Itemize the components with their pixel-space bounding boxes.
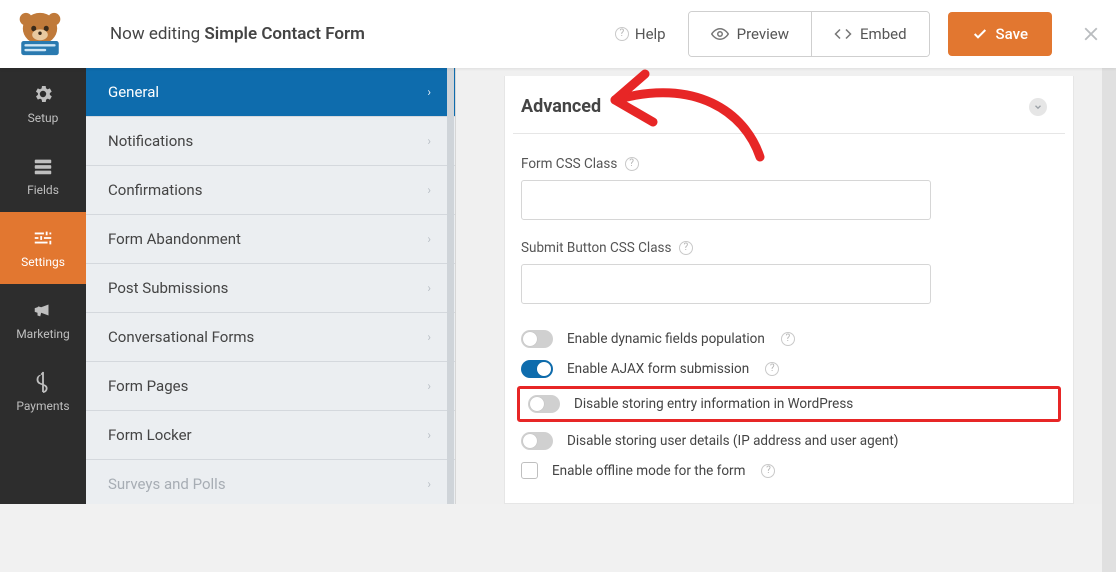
chevron-right-icon: › xyxy=(427,379,431,393)
toggle-switch[interactable] xyxy=(528,395,560,413)
fields-icon xyxy=(32,155,54,177)
chevron-right-icon: › xyxy=(427,85,431,99)
preview-button[interactable]: Preview xyxy=(689,12,811,56)
rail-item-fields[interactable]: Fields xyxy=(0,140,86,212)
sidebar-item-confirmations[interactable]: Confirmations › xyxy=(86,166,455,215)
rail-label: Marketing xyxy=(16,327,70,341)
label-text: Form CSS Class xyxy=(521,156,617,172)
left-rail: Setup Fields Settings Marketing Payments xyxy=(0,68,86,504)
chevron-down-icon xyxy=(1033,102,1043,112)
help-icon[interactable]: ? xyxy=(765,362,779,376)
section-header[interactable]: Advanced xyxy=(513,96,1065,134)
field-label: Form CSS Class ? xyxy=(521,156,1057,172)
toggle-switch[interactable] xyxy=(521,330,553,348)
sidebar-item-form-abandonment[interactable]: Form Abandonment › xyxy=(86,215,455,264)
bullhorn-icon xyxy=(32,299,54,321)
gear-icon xyxy=(32,83,54,105)
field-form-css-class: Form CSS Class ? xyxy=(513,156,1065,220)
help-icon[interactable]: ? xyxy=(761,464,775,478)
sliders-icon xyxy=(32,227,54,249)
toggle-ajax-submission: Enable AJAX form submission ? xyxy=(513,354,1065,384)
sidebar-item-surveys-polls[interactable]: Surveys and Polls › xyxy=(86,460,455,504)
rail-label: Payments xyxy=(16,399,69,413)
page-title: Now editing Simple Contact Form xyxy=(110,24,365,44)
embed-button[interactable]: Embed xyxy=(811,12,929,56)
field-submit-css-class: Submit Button CSS Class ? xyxy=(513,240,1065,304)
chevron-right-icon: › xyxy=(427,134,431,148)
preview-label: Preview xyxy=(737,25,789,43)
collapse-toggle[interactable] xyxy=(1029,98,1047,116)
sidebar-item-conversational-forms[interactable]: Conversational Forms › xyxy=(86,313,455,362)
rail-item-settings[interactable]: Settings xyxy=(0,212,86,284)
rail-label: Setup xyxy=(28,111,59,125)
form-css-input[interactable] xyxy=(521,180,931,220)
right-edge-shadow xyxy=(1102,68,1116,572)
help-icon[interactable]: ? xyxy=(781,332,795,346)
checkbox-label: Enable offline mode for the form xyxy=(552,463,745,479)
toggle-label: Enable dynamic fields population xyxy=(567,331,765,347)
submit-css-input[interactable] xyxy=(521,264,931,304)
toggle-switch[interactable] xyxy=(521,432,553,450)
save-label: Save xyxy=(996,25,1028,43)
canvas: Advanced Form CSS Class ? Submit Button … xyxy=(456,68,1116,504)
sidebar-item-label: Notifications xyxy=(108,132,193,150)
help-button[interactable]: ? Help xyxy=(615,25,666,43)
chevron-right-icon: › xyxy=(427,330,431,344)
check-icon xyxy=(972,26,988,42)
sidebar-item-label: Surveys and Polls xyxy=(108,475,226,493)
sidebar-item-label: Form Locker xyxy=(108,426,192,444)
help-icon[interactable]: ? xyxy=(679,241,693,255)
annotation-highlight-box: Disable storing entry information in Wor… xyxy=(517,386,1061,422)
rail-item-marketing[interactable]: Marketing xyxy=(0,284,86,356)
section-title: Advanced xyxy=(521,96,601,117)
code-icon xyxy=(834,25,852,43)
chevron-right-icon: › xyxy=(427,428,431,442)
embed-label: Embed xyxy=(860,25,907,43)
toggle-disable-entry-storage: Disable storing entry information in Wor… xyxy=(526,393,1052,415)
toggle-switch[interactable] xyxy=(521,360,553,378)
toggle-disable-user-details: Disable storing user details (IP address… xyxy=(513,426,1065,456)
sidebar-item-form-pages[interactable]: Form Pages › xyxy=(86,362,455,411)
help-icon: ? xyxy=(615,27,629,41)
form-name: Simple Contact Form xyxy=(204,24,364,44)
toggle-label: Enable AJAX form submission xyxy=(567,361,749,377)
sidebar-item-label: Post Submissions xyxy=(108,279,228,297)
rail-item-payments[interactable]: Payments xyxy=(0,356,86,428)
dollar-icon xyxy=(32,371,54,393)
field-label: Submit Button CSS Class ? xyxy=(521,240,1057,256)
toggle-label: Disable storing entry information in Wor… xyxy=(574,396,853,412)
label-text: Submit Button CSS Class xyxy=(521,240,672,256)
chevron-right-icon: › xyxy=(427,232,431,246)
help-label: Help xyxy=(635,25,666,43)
toggle-dynamic-fields: Enable dynamic fields population ? xyxy=(513,324,1065,354)
sidebar-item-label: Confirmations xyxy=(108,181,202,199)
checkbox-offline-mode: Enable offline mode for the form ? xyxy=(513,456,1065,485)
sidebar-item-label: Conversational Forms xyxy=(108,328,254,346)
rail-item-setup[interactable]: Setup xyxy=(0,68,86,140)
rail-label: Fields xyxy=(27,183,59,197)
sidebar-item-label: Form Abandonment xyxy=(108,230,241,248)
app-logo xyxy=(0,0,80,68)
close-icon[interactable] xyxy=(1080,23,1102,45)
sidebar-item-post-submissions[interactable]: Post Submissions › xyxy=(86,264,455,313)
chevron-right-icon: › xyxy=(427,281,431,295)
advanced-panel: Advanced Form CSS Class ? Submit Button … xyxy=(504,76,1074,504)
editing-prefix: Now editing xyxy=(110,24,200,44)
chevron-right-icon: › xyxy=(427,477,431,491)
sidebar-item-label: Form Pages xyxy=(108,377,188,395)
sidebar-item-notifications[interactable]: Notifications › xyxy=(86,117,455,166)
save-button[interactable]: Save xyxy=(948,12,1052,56)
help-icon[interactable]: ? xyxy=(625,157,639,171)
settings-sidebar: General › Notifications › Confirmations … xyxy=(86,68,456,504)
toggle-label: Disable storing user details (IP address… xyxy=(567,433,898,449)
eye-icon xyxy=(711,25,729,43)
sidebar-item-label: General xyxy=(108,83,159,101)
rail-label: Settings xyxy=(21,255,65,269)
top-bar: Now editing Simple Contact Form ? Help P… xyxy=(0,0,1116,68)
sidebar-item-general[interactable]: General › xyxy=(86,68,455,117)
chevron-right-icon: › xyxy=(427,183,431,197)
preview-embed-group: Preview Embed xyxy=(688,11,930,57)
sidebar-item-form-locker[interactable]: Form Locker › xyxy=(86,411,455,460)
checkbox[interactable] xyxy=(521,462,538,479)
